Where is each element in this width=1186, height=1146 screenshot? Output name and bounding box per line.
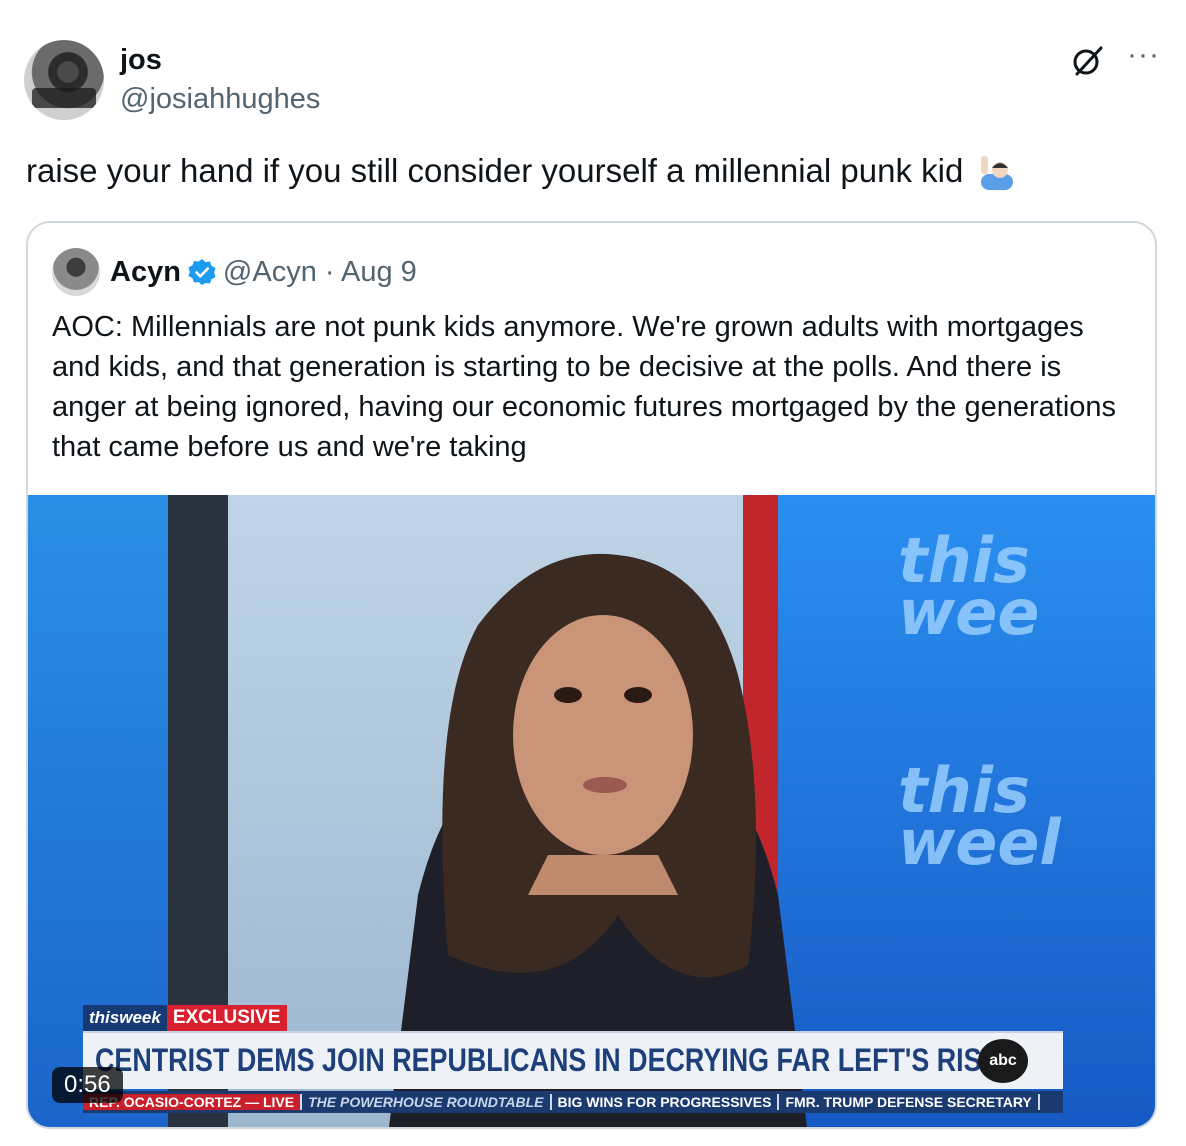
avatar[interactable] — [24, 40, 104, 120]
ticker-item: THE POWERHOUSE ROUNDTABLE — [302, 1094, 552, 1110]
lower-third-tag: thisweek EXCLUSIVE — [83, 1005, 287, 1031]
quoted-tweet-header: Acyn @Acyn · Aug 9 — [52, 247, 417, 297]
user-handle[interactable]: @josiahhughes — [120, 83, 320, 116]
lower-third-headline-bar: CENTRIST DEMS JOIN REPUBLICANS IN DECRYI… — [83, 1031, 1063, 1089]
quoted-handle-date: @Acyn · Aug 9 — [222, 255, 417, 288]
video-player[interactable]: this wee this weel thisweek EXCLUSIVE CE… — [28, 495, 1155, 1127]
quoted-tweet[interactable]: Acyn @Acyn · Aug 9 AOC: Millennials are … — [26, 221, 1157, 1129]
quoted-tweet-text: AOC: Millennials are not punk kids anymo… — [52, 311, 1117, 463]
news-ticker: REP. OCASIO-CORTEZ — LIVE THE POWERHOUSE… — [83, 1091, 1063, 1113]
video-duration-badge: 0:56 — [52, 1067, 123, 1103]
background-logo-text: weel — [898, 806, 1061, 879]
ticker-item: FMR. TRUMP DEFENSE SECRETARY — [779, 1094, 1040, 1110]
tweet-text-content: raise your hand if you still consider yo… — [26, 152, 964, 189]
quoted-avatar[interactable] — [52, 248, 100, 296]
tweet-actions: ··· — [1071, 40, 1160, 78]
background-logo-text: wee — [898, 576, 1040, 649]
grok-icon[interactable] — [1071, 44, 1105, 78]
verified-badge-icon — [188, 259, 216, 285]
lower-third-exclusive: EXCLUSIVE — [166, 1005, 287, 1031]
quoted-display-name[interactable]: Acyn — [110, 256, 181, 289]
abc-logo: abc — [978, 1039, 1028, 1083]
display-name[interactable]: jos — [120, 44, 162, 77]
news-lower-third: thisweek EXCLUSIVE CENTRIST DEMS JOIN RE… — [83, 1005, 1093, 1115]
lower-third-headline: CENTRIST DEMS JOIN REPUBLICANS IN DECRYI… — [95, 1042, 1000, 1078]
ticker-item: BIG WINS FOR PROGRESSIVES — [552, 1094, 780, 1110]
person-raising-hand-emoji-icon — [981, 156, 1014, 190]
tweet-text: raise your hand if you still consider yo… — [26, 152, 1016, 190]
more-icon[interactable]: ··· — [1127, 40, 1160, 70]
lower-third-brand: thisweek — [83, 1005, 167, 1031]
tweet: jos @josiahhughes ··· raise your hand if… — [0, 0, 1186, 1146]
